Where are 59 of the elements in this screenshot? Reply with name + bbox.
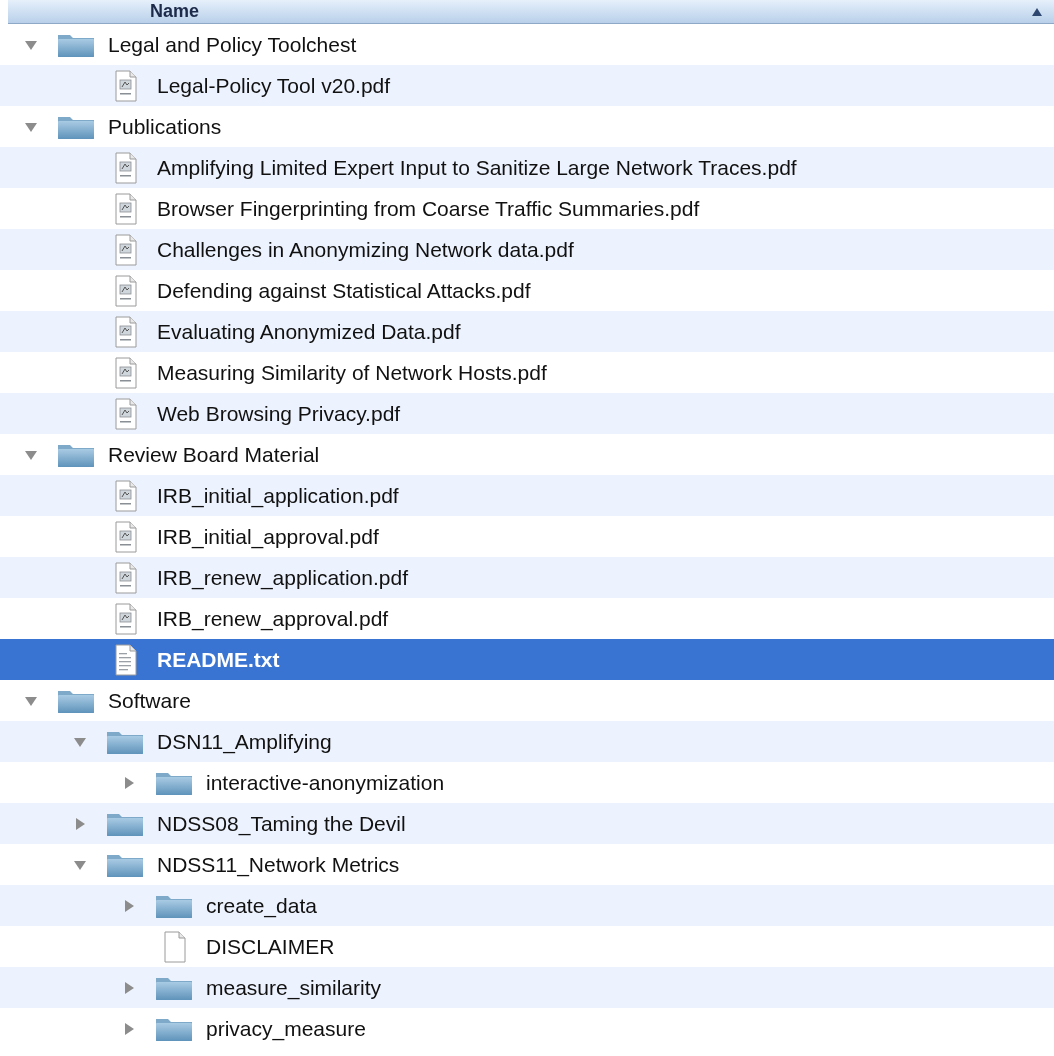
sort-arrow-icon[interactable] <box>1032 7 1042 16</box>
file-name: Measuring Similarity of Network Hosts.pdf <box>157 359 547 386</box>
pdf-file-icon <box>113 520 137 553</box>
pdf-file-icon <box>113 602 137 635</box>
text-file-icon <box>113 643 137 676</box>
folder-name: NDSS11_Network Metrics <box>157 851 400 879</box>
collapsed-triangle-icon[interactable] <box>73 816 87 831</box>
file-row[interactable]: DSN11_Amplifying <box>0 721 1054 762</box>
folder-name: Software <box>108 687 191 714</box>
folder-name: interactive-anonymization <box>206 769 445 796</box>
pdf-file-icon <box>113 69 137 102</box>
pdf-file-icon <box>113 356 137 389</box>
folder-name: Review Board Material <box>108 441 320 468</box>
file-row[interactable]: Amplifying Limited Expert Input to Sanitize Large Network Traces.pdf <box>0 147 1054 188</box>
collapsed-triangle-icon[interactable] <box>122 775 136 790</box>
pdf-file-icon <box>113 233 137 266</box>
file-name: IRB_renew_approval.pdf <box>157 605 389 633</box>
collapsed-triangle-icon[interactable] <box>122 980 136 995</box>
name-column-label: Name <box>150 0 200 23</box>
collapsed-triangle-icon[interactable] <box>122 1021 136 1036</box>
file-row[interactable]: Legal-Policy Tool v20.pdf <box>0 65 1054 106</box>
file-name: README.txt <box>157 646 280 673</box>
folder-name: NDSS08_Taming the Devil <box>157 810 406 838</box>
file-name: IRB_initial_approval.pdf <box>157 523 379 551</box>
file-row[interactable]: IRB_renew_application.pdf <box>0 557 1054 598</box>
file-row[interactable]: README.txt <box>0 639 1054 680</box>
file-row[interactable]: Web Browsing Privacy.pdf <box>0 393 1054 434</box>
file-row[interactable]: Challenges in Anonymizing Network data.pdf <box>0 229 1054 270</box>
file-name: Defending against Statistical Attacks.pdf <box>157 277 531 304</box>
folder-name: measure_similarity <box>206 974 382 1002</box>
file-row[interactable]: measure_similarity <box>0 967 1054 1008</box>
file-name: Legal-Policy Tool v20.pdf <box>157 72 391 99</box>
file-name: Challenges in Anonymizing Network data.pdf <box>157 236 574 263</box>
file-name: Web Browsing Privacy.pdf <box>157 400 401 427</box>
file-row[interactable]: Evaluating Anonymized Data.pdf <box>0 311 1054 352</box>
pdf-file-icon <box>113 479 137 512</box>
file-row[interactable]: create_data <box>0 885 1054 926</box>
file-row[interactable]: IRB_initial_application.pdf <box>0 475 1054 516</box>
pdf-file-icon <box>113 192 137 225</box>
document-icon <box>162 930 186 963</box>
file-row[interactable]: NDSS08_Taming the Devil <box>0 803 1054 844</box>
pdf-file-icon <box>113 315 137 348</box>
folder-name: Publications <box>108 113 222 140</box>
folder-name: privacy_measure <box>206 1015 366 1043</box>
file-name: IRB_initial_application.pdf <box>157 482 399 510</box>
pdf-file-icon <box>113 561 137 594</box>
file-name: Evaluating Anonymized Data.pdf <box>157 318 461 345</box>
folder-name: create_data <box>206 892 317 920</box>
pdf-file-icon <box>113 397 137 430</box>
collapsed-triangle-icon[interactable] <box>122 898 136 913</box>
folder-name: DSN11_Amplifying <box>157 728 332 756</box>
column-header[interactable]: Name <box>8 0 1054 24</box>
file-name: DISCLAIMER <box>206 933 335 960</box>
folder-name: Legal and Policy Toolchest <box>108 31 357 58</box>
pdf-file-icon <box>113 151 137 184</box>
file-name: Amplifying Limited Expert Input to Sanitize Large Network Traces.pdf <box>157 154 797 181</box>
pdf-file-icon <box>113 274 137 307</box>
file-name: IRB_renew_application.pdf <box>157 564 408 592</box>
file-name: Browser Fingerprinting from Coarse Traffic Summaries.pdf <box>157 195 700 222</box>
